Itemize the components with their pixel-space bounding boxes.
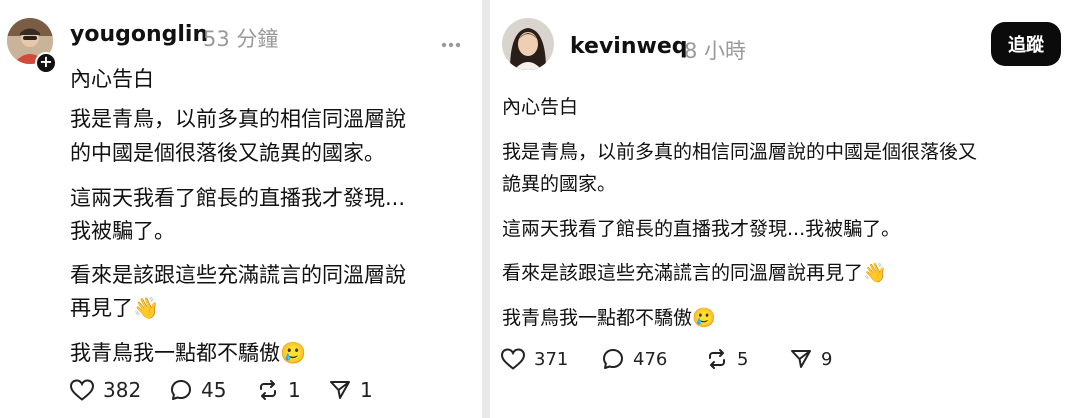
- follow-button[interactable]: 追蹤: [991, 22, 1061, 66]
- post-text-line: 我是青鳥，以前多真的相信同溫層說: [70, 107, 406, 131]
- comment-count: 45: [201, 378, 227, 402]
- comment-icon: [171, 380, 191, 400]
- share-icon: [791, 350, 811, 368]
- share-button[interactable]: 9: [789, 347, 832, 371]
- like-count: 371: [534, 348, 569, 370]
- post-text-line: 這兩天我看了館長的直播我才發現...: [70, 186, 406, 210]
- post-text-line: 詭異的國家。: [502, 173, 617, 195]
- like-button[interactable]: 371: [500, 347, 568, 371]
- repost-button[interactable]: 5: [705, 347, 748, 371]
- screenshot-collage: + yougonglin 53 分鐘 內心告白 我是青鳥，以前多真的相信同溫層說…: [0, 0, 1080, 418]
- post-time: 8 小時: [684, 39, 747, 63]
- comment-count: 476: [633, 348, 668, 370]
- post-time: 53 分鐘: [203, 27, 279, 51]
- repost-button[interactable]: 1: [256, 378, 301, 402]
- avatar[interactable]: [502, 18, 554, 70]
- avatar-photo: [502, 18, 554, 70]
- like-button[interactable]: 382: [69, 378, 141, 402]
- post-card-right: kevinweq 8 小時 追蹤 內心告白 我是青鳥，以前多真的相信同溫層說的中…: [490, 0, 1080, 418]
- post-text-line: 我青鳥我一點都不驕傲🥲: [502, 307, 716, 329]
- follow-plus-icon[interactable]: +: [35, 52, 57, 74]
- post-text-line: 我是青鳥，以前多真的相信同溫層說的中國是個很落後又: [502, 141, 978, 163]
- repost-icon: [260, 380, 276, 400]
- share-count: 1: [360, 378, 373, 402]
- comment-icon: [603, 349, 623, 369]
- post-text-line: 我青鳥我一點都不驕傲🥲: [70, 341, 307, 365]
- post-text-line: 的中國是個很落後又詭異的國家。: [70, 141, 385, 165]
- comment-button[interactable]: 476: [601, 347, 667, 371]
- username[interactable]: yougonglin: [70, 22, 208, 47]
- share-icon: [330, 381, 350, 399]
- post-text-line: 我被騙了。: [70, 219, 175, 243]
- username[interactable]: kevinweq: [570, 34, 688, 59]
- repost-count: 1: [288, 378, 301, 402]
- more-options-icon[interactable]: [441, 33, 461, 52]
- post-text-line: 看來是該跟這些充滿謊言的同溫層說: [70, 263, 406, 287]
- heart-icon: [69, 379, 95, 401]
- comment-button[interactable]: 45: [169, 378, 226, 402]
- post-title: 內心告白: [502, 96, 579, 118]
- post-text-line: 看來是該跟這些充滿謊言的同溫層說再見了👋: [502, 262, 887, 284]
- post-text-line: 再見了👋: [70, 296, 160, 320]
- like-count: 382: [103, 378, 142, 402]
- repost-icon: [709, 349, 725, 369]
- heart-icon: [500, 348, 526, 370]
- post-text-line: 這兩天我看了館長的直播我才發現...我被騙了。: [502, 218, 901, 240]
- share-button[interactable]: 1: [328, 378, 373, 402]
- share-count: 9: [821, 348, 833, 370]
- post-title: 內心告白: [70, 67, 154, 91]
- post-card-left: + yougonglin 53 分鐘 內心告白 我是青鳥，以前多真的相信同溫層說…: [0, 0, 482, 418]
- repost-count: 5: [737, 348, 749, 370]
